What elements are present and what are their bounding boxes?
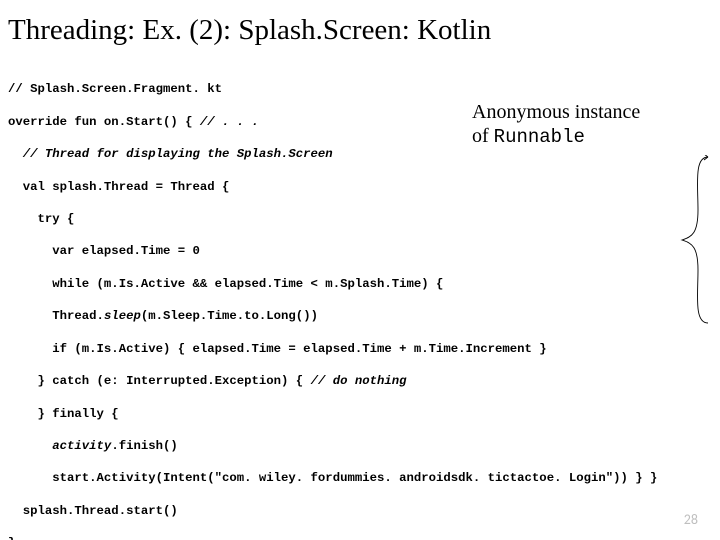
- code-text: } catch (e: Interrupted.Exception) {: [8, 374, 311, 388]
- annotation-line2-code: Runnable: [494, 126, 585, 148]
- code-text: if (m.Is.Active) { elapsed.Time = elapse…: [8, 342, 547, 356]
- code-text: var elapsed.Time = 0: [8, 244, 200, 258]
- code-text: .finish(): [111, 439, 177, 453]
- slide: Threading: Ex. (2): Splash.Screen: Kotli…: [0, 0, 720, 540]
- brace-icon: [678, 155, 712, 325]
- code-text: Thread.: [8, 309, 104, 323]
- annotation-line2-prefix: of: [472, 125, 494, 147]
- code-text: // Splash.Screen.Fragment. kt: [8, 82, 222, 96]
- code-text: } finally {: [8, 407, 119, 421]
- code-text: sleep: [104, 309, 141, 323]
- code-comment: // Thread for displaying the Splash.Scre…: [8, 147, 333, 161]
- code-text: val splash.Thread = Thread {: [8, 180, 229, 194]
- page-number: 28: [684, 511, 698, 528]
- code-text: try {: [8, 212, 74, 226]
- code-text: activity: [52, 439, 111, 453]
- code-text: [8, 439, 52, 453]
- code-text: while (m.Is.Active && elapsed.Time < m.S…: [8, 277, 443, 291]
- code-comment: // do nothing: [311, 374, 407, 388]
- code-text: (m.Sleep.Time.to.Long()): [141, 309, 318, 323]
- code-text: }: [8, 536, 15, 540]
- annotation-label: Anonymous instance of Runnable: [472, 100, 682, 149]
- code-text: splash.Thread.start(): [8, 504, 178, 518]
- code-text: // . . .: [200, 115, 259, 129]
- code-text: start.Activity(Intent("com. wiley. fordu…: [8, 471, 657, 485]
- slide-title: Threading: Ex. (2): Splash.Screen: Kotli…: [8, 14, 708, 47]
- code-text: override fun on.Start() {: [8, 115, 200, 129]
- annotation-line1: Anonymous instance: [472, 101, 640, 123]
